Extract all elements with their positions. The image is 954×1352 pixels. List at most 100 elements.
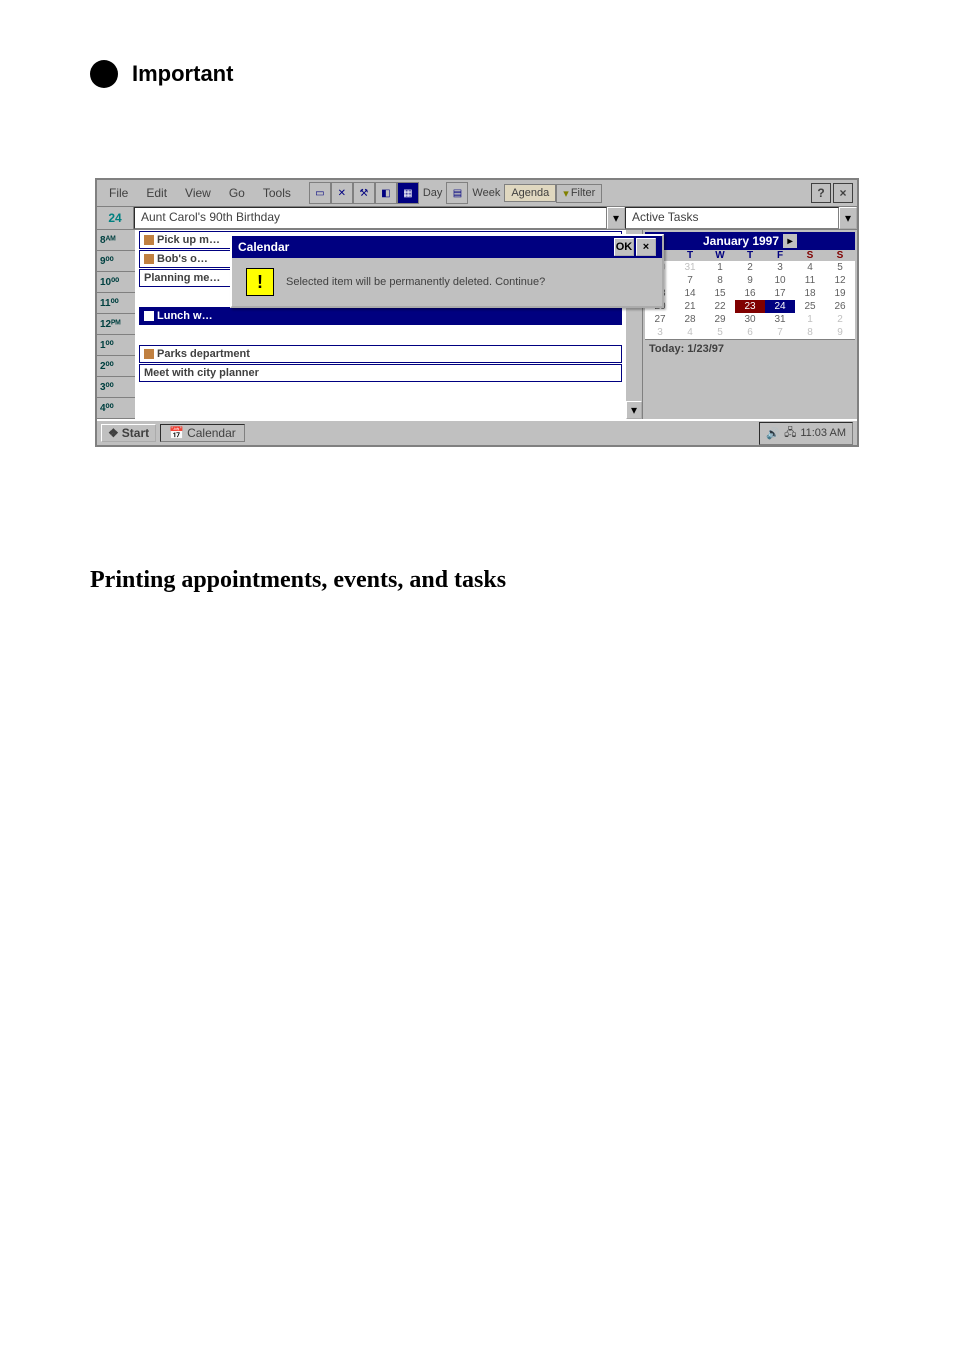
mini-day[interactable]: 2 xyxy=(825,313,855,326)
mini-day[interactable]: 12 xyxy=(825,274,855,287)
mini-day[interactable]: 19 xyxy=(825,287,855,300)
dow-s: S xyxy=(795,250,825,261)
mini-day[interactable]: 8 xyxy=(795,326,825,339)
delete-icon[interactable]: ✕ xyxy=(331,182,353,204)
tasks-field[interactable]: Active Tasks xyxy=(625,207,839,229)
menu-file[interactable]: File xyxy=(101,184,136,202)
mini-calendar-title: January 1997 ▸ xyxy=(645,232,855,250)
mini-day[interactable]: 18 xyxy=(795,287,825,300)
tasks-dropdown-icon[interactable]: ▾ xyxy=(839,207,857,229)
reminder-icon xyxy=(144,235,154,245)
mini-day[interactable]: 27 xyxy=(645,313,675,326)
appt-bobs-label: Bob's o… xyxy=(157,253,208,265)
menu-go[interactable]: Go xyxy=(221,184,253,202)
mini-day[interactable]: 30 xyxy=(735,313,765,326)
dow-t: T xyxy=(675,250,705,261)
taskbar-app-button[interactable]: 📅 Calendar xyxy=(160,424,245,442)
mini-day[interactable]: 9 xyxy=(735,274,765,287)
mini-day[interactable]: 25 xyxy=(795,300,825,313)
dow-t2: T xyxy=(735,250,765,261)
time-11: 11⁰⁰ xyxy=(97,293,135,314)
appt-cityplanner[interactable]: Meet with city planner xyxy=(139,364,622,382)
mini-day[interactable]: 2 xyxy=(735,261,765,274)
mini-day[interactable]: 5 xyxy=(825,261,855,274)
goto-icon[interactable]: ◧ xyxy=(375,182,397,204)
appt-pickup-label: Pick up m… xyxy=(157,234,220,246)
menu-edit[interactable]: Edit xyxy=(138,184,175,202)
mini-day[interactable]: 29 xyxy=(705,313,735,326)
event-dropdown-icon[interactable]: ▾ xyxy=(607,207,625,229)
next-month-icon[interactable]: ▸ xyxy=(783,234,797,248)
mini-day[interactable]: 14 xyxy=(675,287,705,300)
time-column: 8ᴬᴹ 9⁰⁰ 10⁰⁰ 11⁰⁰ 12ᴾᴹ 1⁰⁰ 2⁰⁰ 3⁰⁰ 4⁰⁰ xyxy=(97,230,135,419)
appt-lunch-selected[interactable]: Lunch w… xyxy=(139,307,622,325)
mini-day[interactable]: 11 xyxy=(795,274,825,287)
day-of-week-row: M T W T F S S xyxy=(645,250,855,261)
mini-day[interactable]: 10 xyxy=(765,274,795,287)
appt-planning-label: Planning me… xyxy=(144,272,220,284)
mini-day[interactable]: 31 xyxy=(675,261,705,274)
mini-day[interactable]: 3 xyxy=(765,261,795,274)
appt-cityplanner-label: Meet with city planner xyxy=(144,367,259,379)
dialog-close-button[interactable]: × xyxy=(636,238,656,256)
mini-day[interactable]: 26 xyxy=(825,300,855,313)
mini-day[interactable]: 5 xyxy=(705,326,735,339)
taskbar-app-label: Calendar xyxy=(187,426,236,440)
mini-day[interactable]: 7 xyxy=(765,326,795,339)
tool-icon[interactable]: ⚒ xyxy=(353,182,375,204)
dow-w: W xyxy=(705,250,735,261)
filter-label: Filter xyxy=(571,187,595,199)
menu-view[interactable]: View xyxy=(177,184,219,202)
time-8am: 8ᴬᴹ xyxy=(97,230,135,251)
mini-day[interactable]: 3 xyxy=(645,326,675,339)
mini-calendar-grid[interactable]: 3031123456789101112131415161718192021222… xyxy=(645,261,855,339)
mini-day[interactable]: 1 xyxy=(705,261,735,274)
mini-day[interactable]: 4 xyxy=(795,261,825,274)
week-label[interactable]: Week xyxy=(468,187,504,199)
mini-day[interactable]: 21 xyxy=(675,300,705,313)
mini-day[interactable]: 9 xyxy=(825,326,855,339)
mini-day[interactable]: 15 xyxy=(705,287,735,300)
scroll-down-icon[interactable]: ▾ xyxy=(626,401,642,419)
start-label: Start xyxy=(122,426,149,440)
help-button[interactable]: ? xyxy=(811,183,831,203)
mini-day[interactable]: 24 xyxy=(765,300,795,313)
new-icon[interactable]: ▭ xyxy=(309,182,331,204)
agenda-button[interactable]: Agenda xyxy=(504,184,556,202)
mini-day[interactable]: 7 xyxy=(675,274,705,287)
mini-day[interactable]: 23 xyxy=(735,300,765,313)
dow-f: F xyxy=(765,250,795,261)
dialog-ok-button[interactable]: OK xyxy=(614,238,634,256)
mini-day[interactable]: 1 xyxy=(795,313,825,326)
dialog-title: Calendar xyxy=(238,240,289,254)
mini-day[interactable]: 17 xyxy=(765,287,795,300)
important-header: Important xyxy=(90,60,864,88)
mini-day[interactable]: 28 xyxy=(675,313,705,326)
week-view-icon[interactable]: ▤ xyxy=(446,182,468,204)
appt-parks[interactable]: Parks department xyxy=(139,345,622,363)
clock: 11:03 AM xyxy=(800,427,846,439)
close-button[interactable]: × xyxy=(833,183,853,203)
today-label[interactable]: Today: 1/23/97 xyxy=(645,339,855,358)
taskbar: ❖ Start 📅 Calendar 🔊 🖧 11:03 AM xyxy=(97,419,857,445)
confirm-delete-dialog: Calendar OK × ! Selected item will be pe… xyxy=(230,234,664,308)
reminder-icon xyxy=(144,254,154,264)
mini-day[interactable]: 22 xyxy=(705,300,735,313)
mini-day[interactable]: 8 xyxy=(705,274,735,287)
time-12pm: 12ᴾᴹ xyxy=(97,314,135,335)
allday-event-field[interactable]: Aunt Carol's 90th Birthday xyxy=(134,207,607,229)
time-9: 9⁰⁰ xyxy=(97,251,135,272)
calendar-body: 8ᴬᴹ 9⁰⁰ 10⁰⁰ 11⁰⁰ 12ᴾᴹ 1⁰⁰ 2⁰⁰ 3⁰⁰ 4⁰⁰ P… xyxy=(97,230,857,419)
reminder-icon xyxy=(144,311,154,321)
day-view-icon[interactable]: ▦ xyxy=(397,182,419,204)
system-tray[interactable]: 🔊 🖧 11:03 AM xyxy=(759,422,853,445)
menu-tools[interactable]: Tools xyxy=(255,184,299,202)
filter-button[interactable]: ▾Filter xyxy=(556,184,602,203)
mini-day[interactable]: 4 xyxy=(675,326,705,339)
mini-day[interactable]: 31 xyxy=(765,313,795,326)
start-button[interactable]: ❖ Start xyxy=(101,424,156,442)
warning-icon: ! xyxy=(246,268,274,296)
mini-day[interactable]: 16 xyxy=(735,287,765,300)
day-label[interactable]: Day xyxy=(419,187,447,199)
mini-day[interactable]: 6 xyxy=(735,326,765,339)
